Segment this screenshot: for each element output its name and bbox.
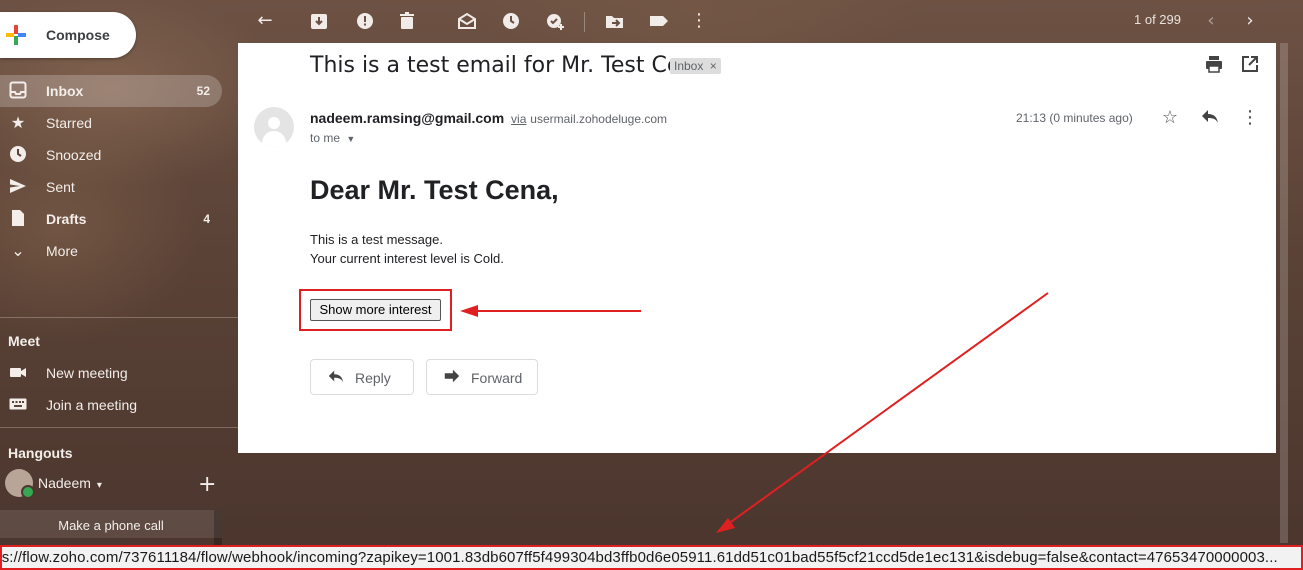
sidebar-item-label: Drafts — [46, 211, 87, 227]
plus-icon — [6, 25, 26, 45]
close-icon[interactable]: × — [710, 59, 717, 73]
sender-avatar[interactable] — [254, 107, 294, 147]
forward-label: Forward — [471, 370, 523, 386]
sidebar-item-label: Starred — [46, 115, 92, 131]
unread-count: 52 — [196, 84, 210, 98]
move-to-icon[interactable] — [602, 8, 628, 34]
phone-call-label: Make a phone call — [58, 518, 164, 533]
delete-icon[interactable] — [394, 8, 420, 34]
pager-count: 1 of 299 — [1134, 12, 1181, 27]
chip-label: Inbox — [674, 59, 704, 73]
forward-button[interactable]: Forward — [426, 359, 538, 395]
add-task-icon[interactable] — [542, 8, 568, 34]
via-link[interactable]: via — [511, 112, 526, 126]
page-scrollbar[interactable] — [1280, 43, 1288, 543]
hangouts-user[interactable]: Nadeem ▾ — [38, 475, 102, 491]
label-icon[interactable] — [646, 8, 672, 34]
sender-email[interactable]: nadeem.ramsing@gmail.com — [310, 110, 504, 126]
forward-arrow-icon — [443, 367, 461, 389]
clock-icon — [8, 145, 28, 165]
inbox-icon — [8, 81, 28, 101]
star-icon: ★ — [10, 113, 26, 132]
email-body-line: Your current interest level is Cold. — [310, 251, 504, 266]
sidebar-item-snoozed[interactable]: Snoozed — [0, 139, 222, 171]
add-icon[interactable]: + — [198, 472, 216, 497]
drafts-count: 4 — [203, 212, 210, 226]
join-meeting-label: Join a meeting — [46, 397, 138, 413]
sidebar-scrollbar[interactable] — [214, 510, 222, 545]
show-more-interest-button[interactable]: Show more interest — [310, 299, 441, 321]
inbox-label-chip[interactable]: Inbox × — [670, 58, 721, 74]
recipient-line[interactable]: to me ▼ — [310, 131, 355, 145]
print-icon[interactable] — [1202, 54, 1226, 78]
sidebar-item-sent[interactable]: Sent — [0, 171, 222, 203]
via-service: usermail.zohodeluge.com — [530, 112, 668, 126]
email-greeting: Dear Mr. Test Cena, — [310, 175, 559, 205]
sidebar-nav: Inbox 52 ★ Starred Snoozed Sent Drafts 4… — [0, 75, 222, 267]
make-phone-call-button[interactable]: Make a phone call — [0, 510, 222, 538]
video-camera-icon — [8, 363, 28, 383]
draft-icon — [8, 209, 28, 229]
sender-line: nadeem.ramsing@gmail.com via usermail.zo… — [310, 110, 667, 126]
join-meeting-button[interactable]: Join a meeting — [0, 389, 222, 421]
toolbar-divider — [584, 12, 585, 32]
chevron-right-icon[interactable]: › — [1237, 8, 1263, 34]
email-body-line: This is a test message. — [310, 232, 443, 247]
sidebar-item-label: More — [46, 243, 78, 259]
meet-heading: Meet — [8, 333, 40, 349]
star-outline-icon[interactable]: ☆ — [1158, 106, 1182, 130]
sidebar-divider — [0, 427, 238, 428]
reply-button[interactable]: Reply — [310, 359, 414, 395]
new-meeting-label: New meeting — [46, 365, 128, 381]
hangouts-user-name: Nadeem — [38, 475, 91, 491]
sidebar-item-starred[interactable]: ★ Starred — [0, 107, 222, 139]
back-arrow-icon[interactable]: ← — [252, 8, 278, 34]
chevron-down-icon: ⌄ — [11, 241, 25, 260]
reply-arrow-icon[interactable] — [1198, 106, 1222, 130]
archive-icon[interactable] — [306, 8, 332, 34]
sidebar-item-label: Inbox — [46, 83, 84, 99]
mark-unread-icon[interactable] — [454, 8, 480, 34]
chevron-left-icon[interactable]: ‹ — [1198, 8, 1224, 34]
report-spam-icon[interactable] — [352, 8, 378, 34]
avatar[interactable] — [5, 469, 35, 499]
email-toolbar: ← ⋮ 1 of 299 ‹ › — [238, 0, 1303, 42]
sidebar-item-label: Snoozed — [46, 147, 102, 163]
sidebar-divider — [0, 317, 238, 318]
caret-down-icon: ▾ — [96, 480, 102, 491]
sidebar-item-label: Sent — [46, 179, 75, 195]
email-view: This is a test email for Mr. Test Cena I… — [238, 43, 1276, 453]
more-vert-icon[interactable]: ⋮ — [1238, 106, 1262, 130]
send-icon — [8, 177, 28, 197]
email-timestamp: 21:13 (0 minutes ago) — [1016, 111, 1133, 125]
caret-down-icon: ▼ — [346, 134, 356, 144]
hangouts-heading: Hangouts — [8, 445, 73, 461]
compose-button[interactable]: Compose — [0, 12, 136, 58]
recipient-label: to me — [310, 131, 341, 145]
compose-label: Compose — [46, 27, 110, 43]
open-in-new-window-icon[interactable] — [1238, 54, 1262, 78]
sidebar-item-drafts[interactable]: Drafts 4 — [0, 203, 222, 235]
more-vert-icon[interactable]: ⋮ — [686, 8, 712, 34]
status-url: tps://flow.zoho.com/737611184/flow/webho… — [0, 549, 1278, 566]
keyboard-icon — [8, 395, 28, 415]
arrowhead — [716, 518, 735, 533]
reply-arrow-icon — [327, 367, 345, 389]
snooze-clock-icon[interactable] — [498, 8, 524, 34]
new-meeting-button[interactable]: New meeting — [0, 357, 222, 389]
link-status-bar: tps://flow.zoho.com/737611184/flow/webho… — [0, 545, 1303, 570]
sidebar-item-inbox[interactable]: Inbox 52 — [0, 75, 222, 107]
email-subject: This is a test email for Mr. Test Cena — [310, 53, 708, 78]
sidebar-item-more[interactable]: ⌄ More — [0, 235, 222, 267]
reply-label: Reply — [355, 370, 391, 386]
